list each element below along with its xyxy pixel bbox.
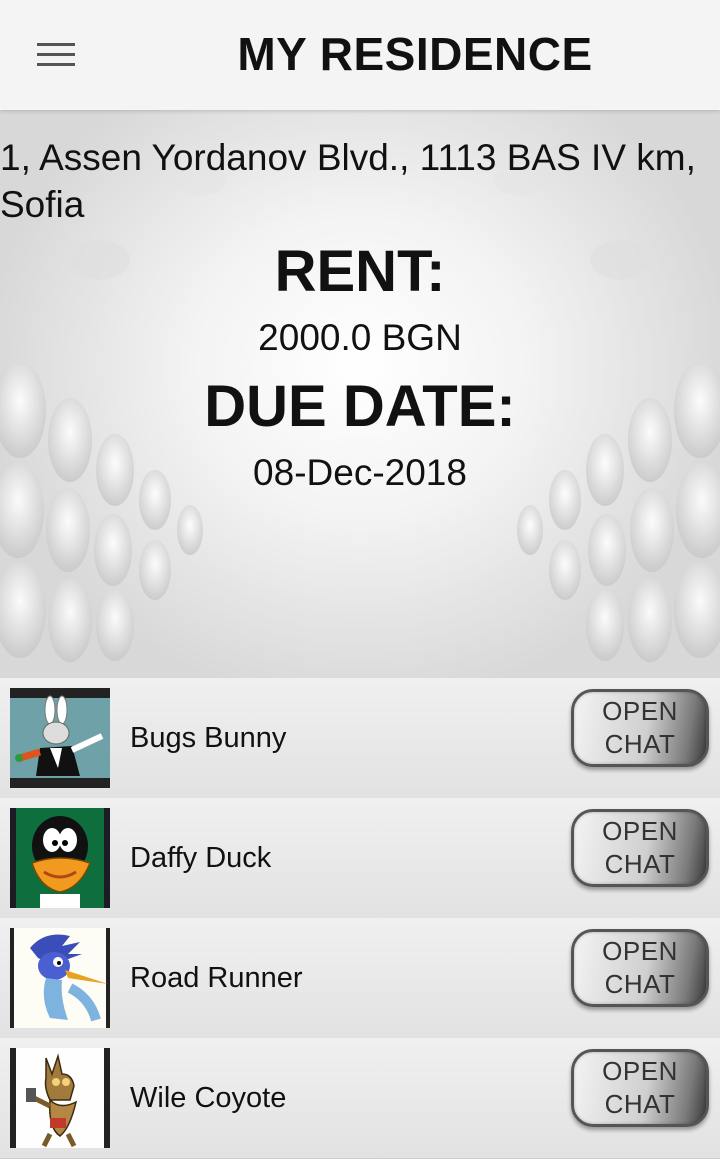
open-chat-label-line2: CHAT [604,849,676,879]
residence-info-panel: 1, Assen Yordanov Blvd., 1113 BAS IV km,… [0,110,720,678]
contact-row-bugs-bunny: Bugs Bunny OPEN CHAT [0,678,720,799]
contact-name: Wile Coyote [130,1082,287,1114]
hamburger-menu-icon[interactable] [30,35,82,73]
open-chat-button[interactable]: OPEN CHAT [571,1049,709,1127]
app-bar: MY RESIDENCE [0,0,720,110]
open-chat-label-line2: CHAT [604,969,676,999]
open-chat-label-line2: CHAT [604,1089,676,1119]
avatar [10,1048,110,1148]
contact-name: Daffy Duck [130,842,272,874]
contacts-list: Bugs Bunny OPEN CHAT Daffy Duck OPEN CHA… [0,678,720,1159]
open-chat-label-line1: OPEN [602,816,678,846]
open-chat-button[interactable]: OPEN CHAT [571,809,709,887]
open-chat-button[interactable]: OPEN CHAT [571,689,709,767]
rent-value: 2000.0 BGN [258,317,462,358]
open-chat-label-line1: OPEN [602,1056,678,1086]
rent-label: RENT: [274,239,446,304]
due-date-label: DUE DATE: [204,374,516,439]
open-chat-button[interactable]: OPEN CHAT [571,929,709,1007]
contact-row-daffy-duck: Daffy Duck OPEN CHAT [0,798,720,919]
avatar [10,928,110,1028]
open-chat-label-line2: CHAT [604,729,676,759]
contact-name: Bugs Bunny [130,722,287,754]
open-chat-label-line1: OPEN [602,936,678,966]
residence-address: 1, Assen Yordanov Blvd., 1113 BAS IV km,… [0,137,696,225]
open-chat-label-line1: OPEN [602,696,678,726]
contact-name: Road Runner [130,962,303,994]
contact-row-wile-coyote: Wile Coyote OPEN CHAT [0,1038,720,1159]
due-date-value: 08-Dec-2018 [253,452,467,493]
page-title: MY RESIDENCE [237,28,593,80]
avatar [10,688,110,788]
avatar [10,808,110,908]
contact-row-road-runner: Road Runner OPEN CHAT [0,918,720,1039]
